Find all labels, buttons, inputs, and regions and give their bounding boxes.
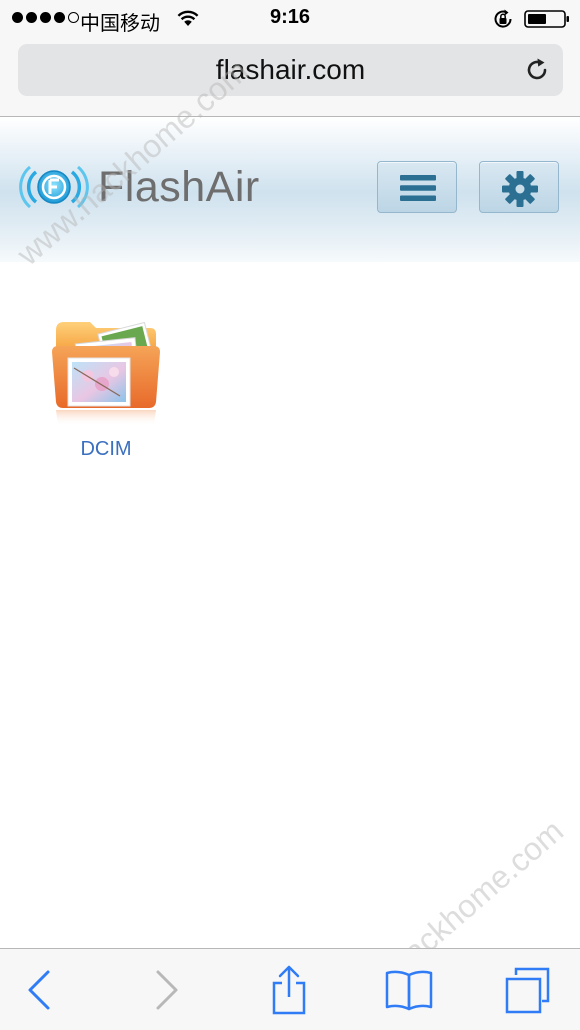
address-bar[interactable]: flashair.com [18,44,563,96]
flashair-logo-text: FlashAir [98,163,260,211]
settings-button[interactable] [479,161,559,213]
browser-toolbar [0,948,580,1030]
tabs-icon [505,967,550,1014]
browser-top-bar: flashair.com [0,36,580,117]
back-icon [28,970,50,1010]
status-bar: 中国移动 9:16 [0,0,580,36]
tabs-button[interactable] [502,965,552,1015]
photo-folder-icon[interactable] [48,318,164,428]
app-header: FlashAir [0,117,580,262]
share-icon [272,965,306,1015]
back-button[interactable] [14,965,64,1015]
bookmarks-icon [385,970,433,1011]
menu-button[interactable] [377,161,457,213]
bookmarks-button[interactable] [384,965,434,1015]
menu-icon [400,175,436,201]
folder-name[interactable]: DCIM [44,438,168,461]
forward-icon [156,970,178,1010]
reload-icon[interactable] [523,56,551,84]
rotation-lock-icon [494,9,512,28]
screen: 中国移动 9:16 flashair.com FlashAir DCIM www… [0,0,580,1030]
url-text[interactable]: flashair.com [18,54,563,86]
folder-item-dcim[interactable]: DCIM [44,318,168,468]
flashair-logo-icon [19,165,89,209]
share-button[interactable] [264,965,314,1015]
forward-button[interactable] [142,965,192,1015]
battery-icon [524,10,569,28]
gear-icon [502,171,538,207]
